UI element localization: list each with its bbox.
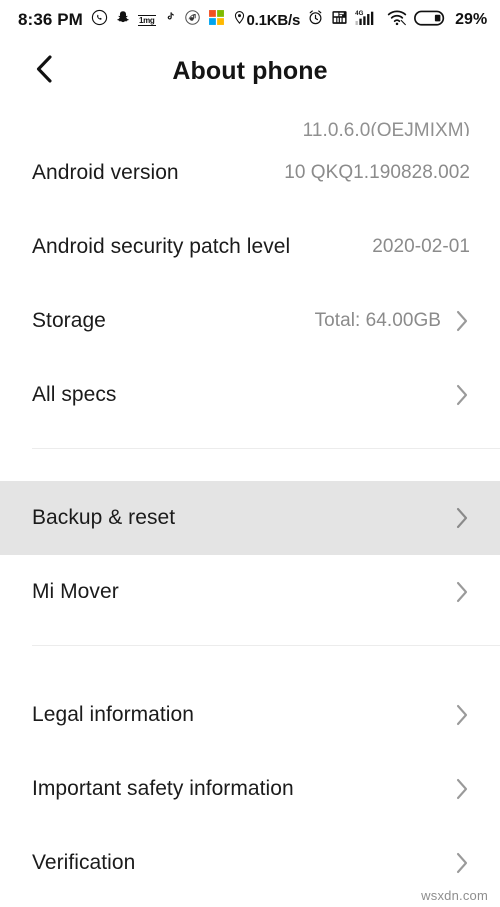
row-value: Total: 64.00GB — [314, 310, 441, 331]
row-right — [439, 703, 470, 727]
status-bar-system-icons: 0.1KB/s 4G 29% — [246, 9, 488, 32]
back-button[interactable] — [22, 48, 68, 94]
row-right: 10 QKQ1.190828.002 — [284, 162, 470, 184]
about-phone-screen: 8:36 PM 1mg 0.1KB/s 4G 29% About phone 1… — [0, 0, 500, 907]
chevron-right-icon — [455, 777, 470, 801]
row-android-security-patch-level[interactable]: Android security patch level 2020-02-01 — [0, 210, 500, 284]
app-header: About phone — [0, 40, 500, 102]
chevron-right-icon — [455, 580, 470, 604]
data-rate-label: 0.1KB/s — [246, 11, 301, 29]
whatsapp-icon — [91, 9, 108, 31]
row-label: Verification — [32, 851, 136, 874]
chevron-right-icon — [455, 506, 470, 530]
row-label: Backup & reset — [32, 506, 176, 529]
chevron-right-icon — [455, 309, 470, 333]
row-right — [439, 506, 470, 530]
row-value: 2020-02-01 — [372, 236, 470, 257]
row-right — [439, 580, 470, 604]
vpn-icon — [331, 9, 348, 31]
1mg-icon: 1mg — [137, 14, 156, 26]
status-bar: 8:36 PM 1mg 0.1KB/s 4G 29% — [0, 0, 500, 40]
row-label: Legal information — [32, 703, 194, 726]
settings-list: 11.0.6.0(QEJMIXM) Android version 10 QKQ… — [0, 102, 500, 900]
wifi-icon — [387, 9, 407, 31]
microsoft-icon — [208, 9, 225, 31]
location-icon — [232, 9, 247, 31]
snapchat-icon — [115, 9, 131, 31]
battery-percent-label: 29% — [455, 11, 488, 28]
row-android-version[interactable]: Android version 10 QKQ1.190828.002 — [0, 136, 500, 210]
row-right — [439, 777, 470, 801]
row-backup-and-reset[interactable]: Backup & reset — [0, 481, 500, 555]
chevron-left-icon — [33, 53, 57, 90]
row-storage[interactable]: Storage Total: 64.00GB — [0, 284, 500, 358]
row-right: Total: 64.00GB — [315, 309, 470, 333]
row-important-safety-information[interactable]: Important safety information — [0, 752, 500, 826]
row-label: Android version — [32, 161, 179, 184]
miui-version-row-clipped[interactable]: 11.0.6.0(QEJMIXM) — [0, 102, 500, 136]
row-right — [439, 383, 470, 407]
row-right — [439, 851, 470, 875]
watermark: wsxdn.com — [421, 888, 488, 903]
music-icon — [184, 9, 201, 31]
chevron-right-icon — [455, 851, 470, 875]
row-right: 2020-02-01 — [372, 236, 470, 258]
row-label: Mi Mover — [32, 580, 119, 603]
battery-icon — [414, 9, 446, 32]
tiktok-icon — [163, 9, 177, 31]
signal-4g-icon: 4G — [355, 9, 380, 31]
row-all-specs[interactable]: All specs — [0, 358, 500, 432]
miui-version-value: 11.0.6.0(QEJMIXM) — [302, 120, 470, 136]
chevron-right-icon — [455, 703, 470, 727]
row-value: 10 QKQ1.190828.002 — [284, 162, 470, 183]
row-mi-mover[interactable]: Mi Mover — [0, 555, 500, 629]
status-bar-notification-icons: 1mg — [91, 9, 247, 31]
status-bar-clock: 8:36 PM — [18, 10, 83, 29]
row-label: Storage — [32, 309, 106, 332]
row-label: Android security patch level — [32, 235, 291, 258]
alarm-icon — [307, 9, 324, 31]
svg-text:4G: 4G — [355, 10, 363, 17]
row-legal-information[interactable]: Legal information — [0, 678, 500, 752]
row-label: All specs — [32, 383, 117, 406]
page-title: About phone — [172, 56, 328, 85]
chevron-right-icon — [455, 383, 470, 407]
row-label: Important safety information — [32, 777, 294, 800]
